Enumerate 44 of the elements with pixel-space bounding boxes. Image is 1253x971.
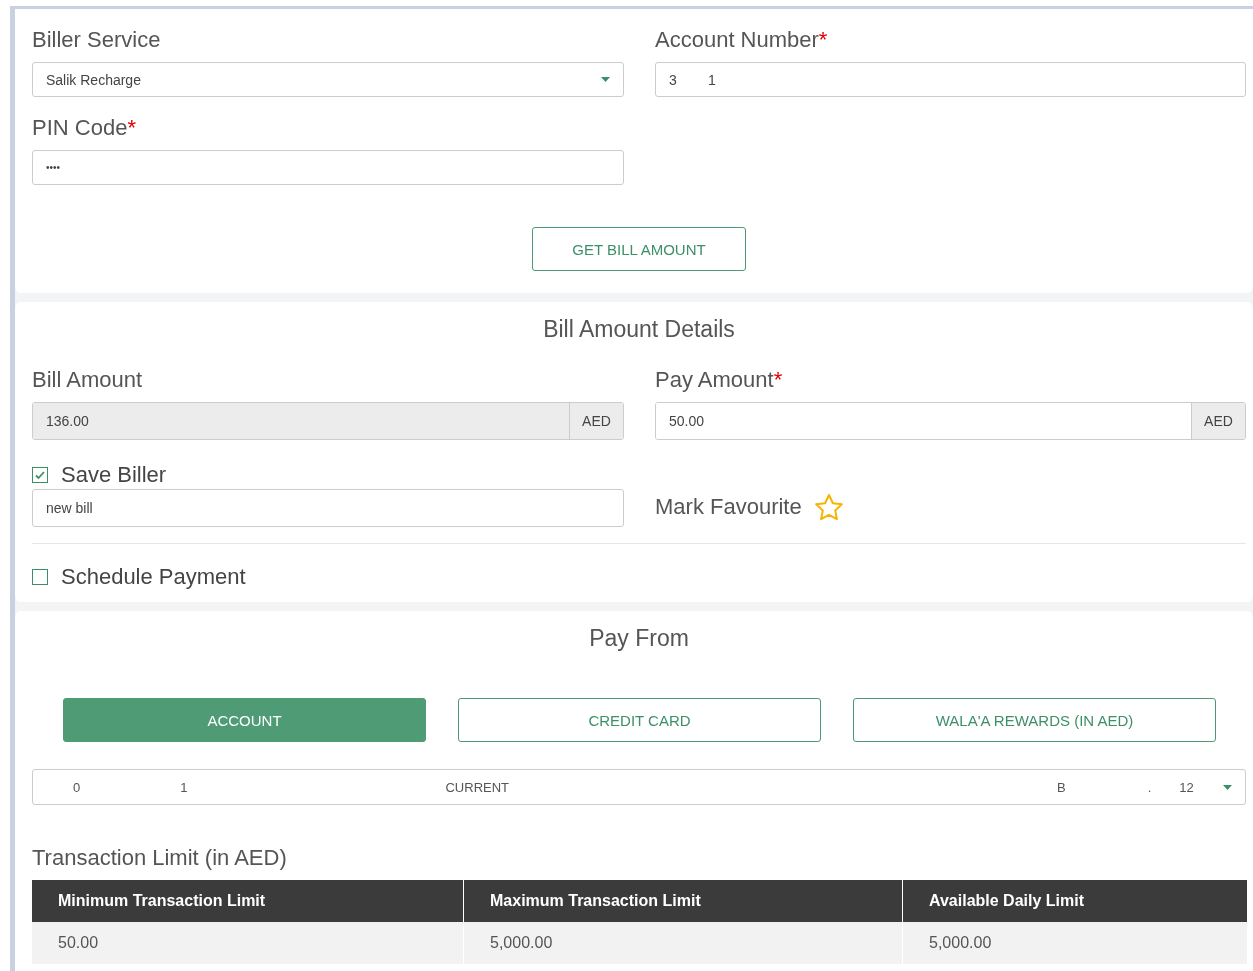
field-label: PIN Code [32, 115, 128, 140]
checkbox[interactable] [32, 467, 48, 483]
account-number-end: 1 [180, 779, 188, 795]
amount-value: 136.00 [33, 403, 569, 439]
field-label: Biller Service [32, 27, 161, 52]
section-title: Pay From [588, 624, 690, 652]
field-label: Pay Amount [655, 367, 774, 392]
section-heading: Transaction Limit (in AED) [32, 845, 288, 871]
checkbox-label: Schedule Payment [61, 564, 246, 590]
mark-favourite-label: Mark Favourite [655, 494, 802, 520]
get-bill-amount-button[interactable]: GET BILL AMOUNT [532, 227, 746, 271]
account-type: CURRENT [445, 779, 510, 795]
checkbox[interactable] [32, 569, 48, 585]
table-cell: 5,000.00 [463, 922, 903, 964]
checkbox-label: Save Biller [61, 462, 167, 488]
account-number-field[interactable]: 3 1 [655, 62, 1246, 97]
table-cell: 5,000.00 [902, 922, 1247, 964]
biller-select[interactable]: Salik Recharge [32, 62, 624, 97]
field-label: Account Number [655, 27, 819, 52]
balance-separator: . [1147, 779, 1152, 795]
dropdown-caret-icon [601, 77, 610, 82]
section-title: Bill Amount Details [542, 315, 736, 343]
select-value: Salik Recharge [46, 71, 141, 88]
required-mark: * [127, 115, 136, 140]
field-label: Bill Amount [32, 367, 143, 392]
column-header: Minimum Transaction Limit [32, 880, 464, 922]
account-select[interactable]: 0 1 CURRENT B . 12 [32, 769, 1246, 805]
payment-source-tab[interactable]: CREDIT CARD [458, 698, 821, 742]
dropdown-caret-icon [1223, 784, 1232, 790]
balance-label: B [1057, 779, 1066, 795]
currency-addon: AED [569, 403, 623, 439]
payment-source-tab[interactable]: WALA'A REWARDS (IN AED) [853, 698, 1216, 742]
table-cell: 50.00 [32, 922, 464, 964]
currency-addon: AED [1191, 403, 1245, 439]
required-mark: * [773, 367, 783, 392]
account-number-start: 0 [73, 779, 81, 795]
pin-code-field[interactable]: •••• [32, 150, 624, 185]
required-mark: * [818, 27, 828, 52]
column-header: Maximum Transaction Limit [463, 880, 903, 922]
amount-field[interactable]: 50.00 AED [655, 402, 1246, 440]
balance-amount: 12 [1179, 779, 1194, 795]
star-icon[interactable] [813, 492, 844, 522]
column-header: Available Daily Limit [902, 880, 1247, 922]
biller-nickname-field[interactable]: new bill [32, 489, 624, 527]
